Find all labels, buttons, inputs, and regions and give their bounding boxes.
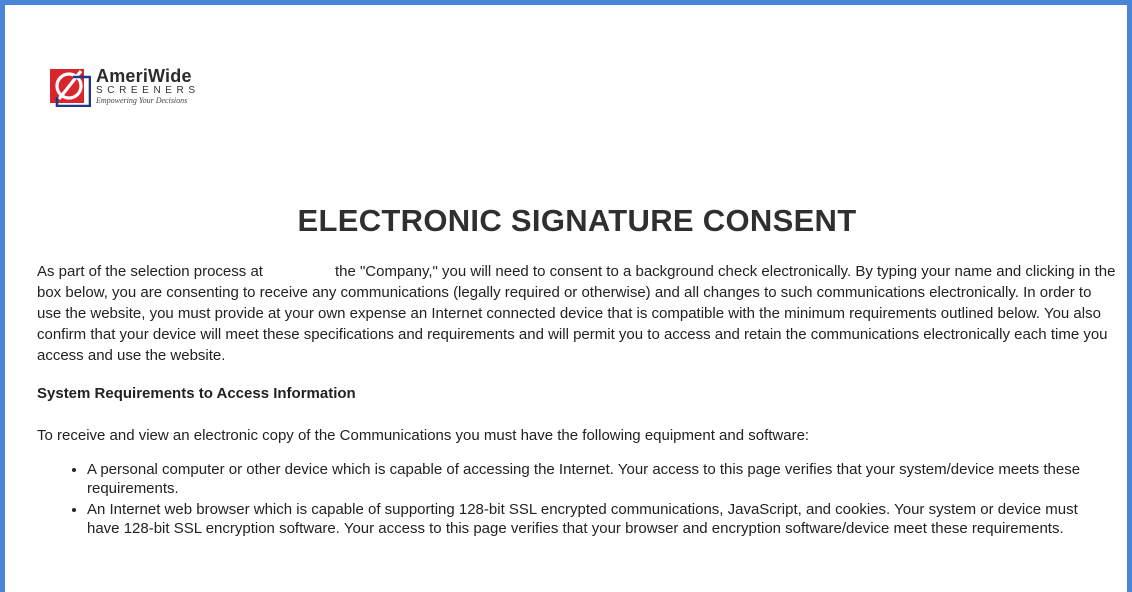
list-item: An Internet web browser which is capable… xyxy=(87,500,1117,538)
page-frame: AmeriWide SCREENERS Empowering Your Deci… xyxy=(0,0,1132,592)
logo-name: AmeriWide xyxy=(96,66,192,86)
company-logo: AmeriWide SCREENERS Empowering Your Deci… xyxy=(49,61,200,111)
intro-paragraph: As part of the selection process at the "… xyxy=(37,261,1117,366)
requirements-list: A personal computer or other device whic… xyxy=(37,460,1117,538)
logo-tagline: Empowering Your Decisions xyxy=(96,96,188,105)
page-title: ELECTRONIC SIGNATURE CONSENT xyxy=(297,203,857,238)
intro-text-start: As part of the selection process at xyxy=(37,263,263,280)
section-heading: System Requirements to Access Informatio… xyxy=(37,385,356,402)
ameriwide-logo-icon xyxy=(50,69,91,107)
consent-content: ELECTRONIC SIGNATURE CONSENT As part of … xyxy=(37,201,1117,540)
logo-text: AmeriWide SCREENERS Empowering Your Deci… xyxy=(96,67,200,105)
logo-subname: SCREENERS xyxy=(96,85,200,96)
list-item: A personal computer or other device whic… xyxy=(87,460,1117,498)
requirements-lead: To receive and view an electronic copy o… xyxy=(37,427,810,444)
